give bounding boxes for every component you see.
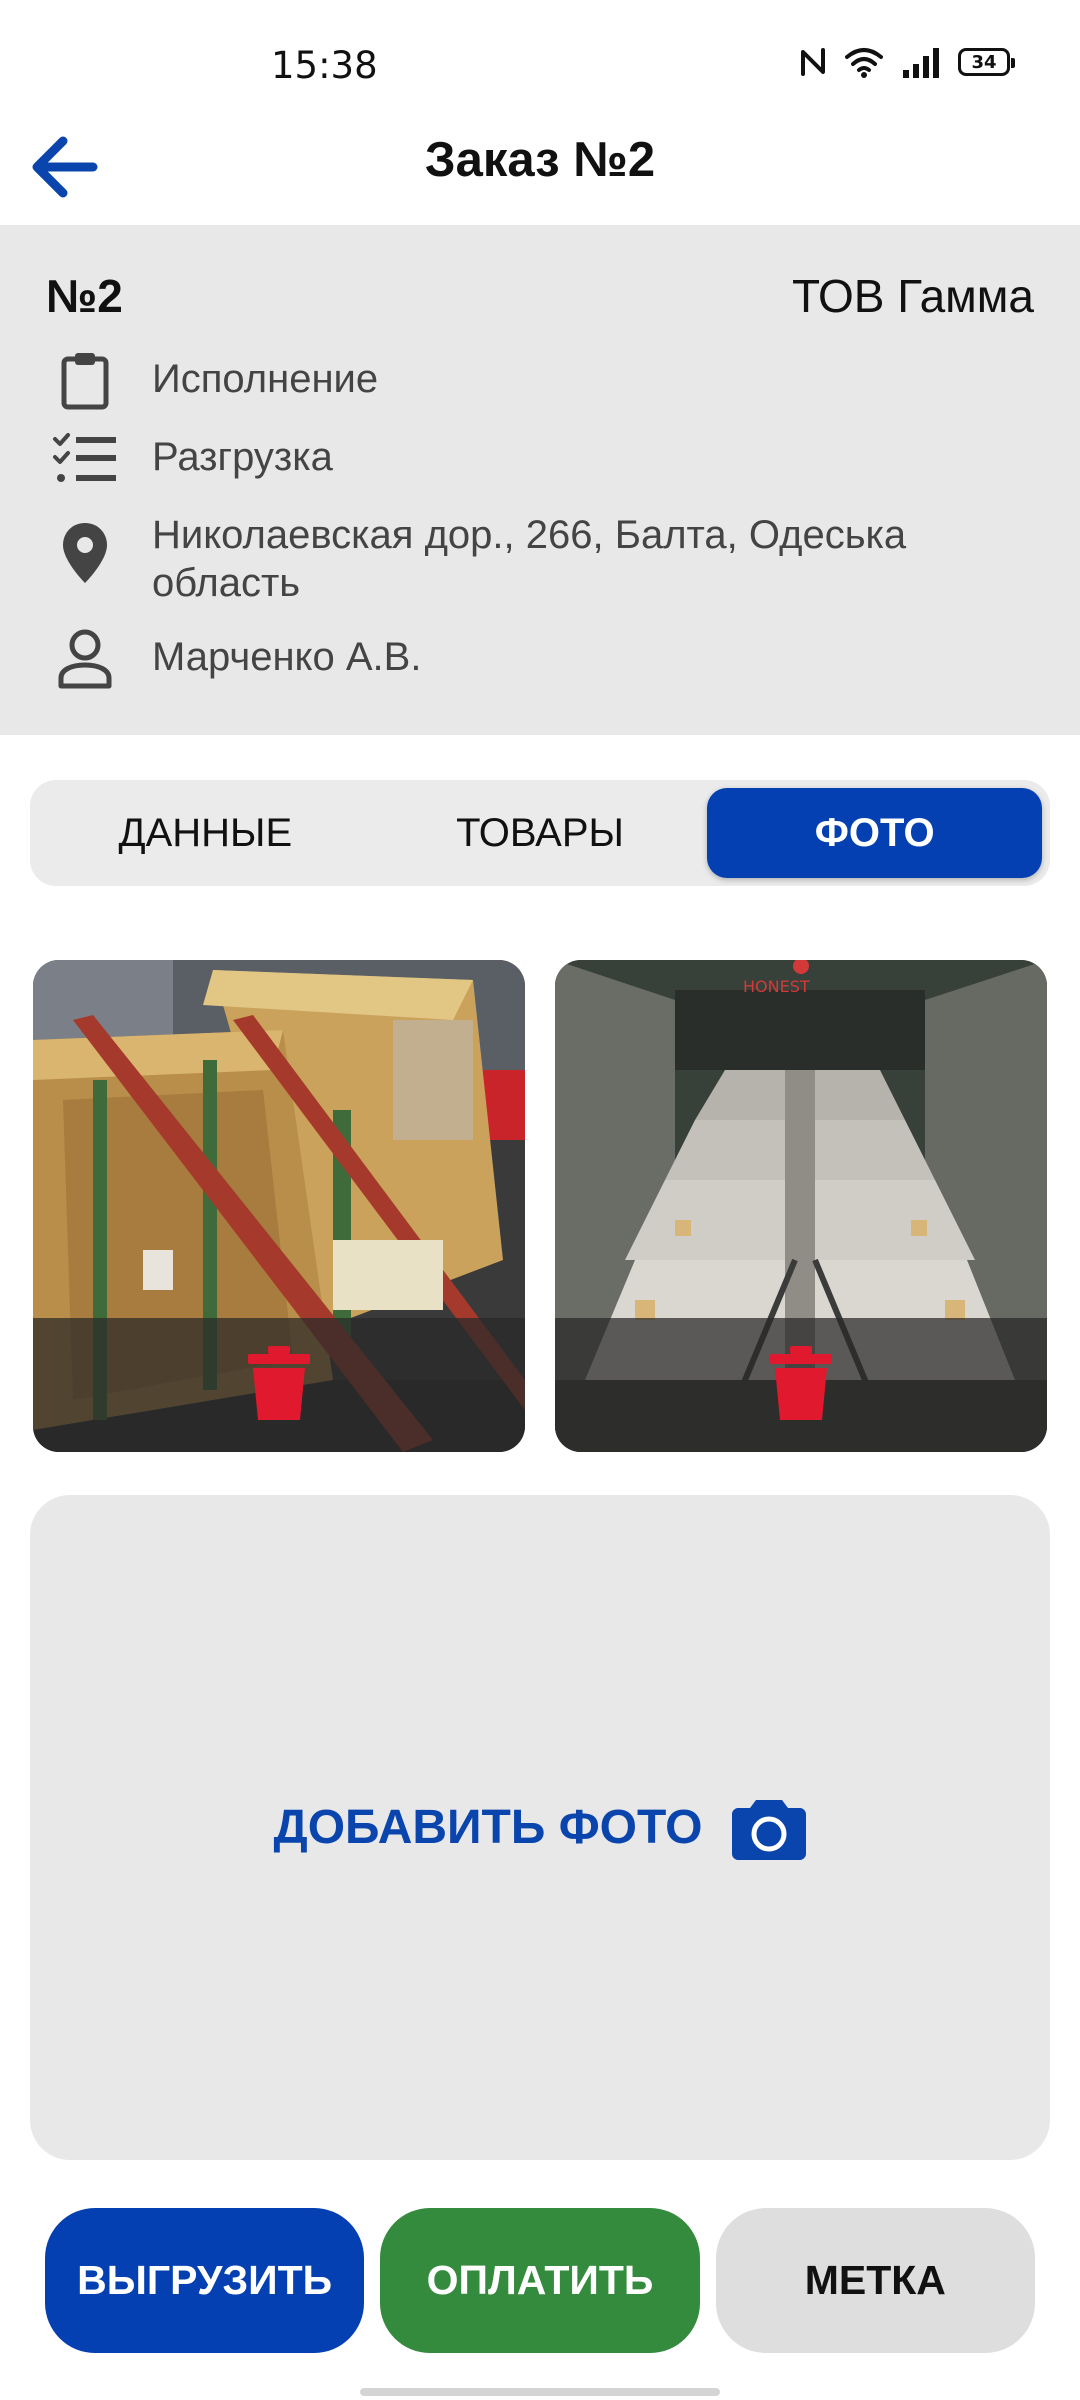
status-icons: 34	[800, 46, 1015, 78]
add-photo-button[interactable]: ДОБАВИТЬ ФОТО	[30, 1495, 1050, 2160]
add-photo-label: ДОБАВИТЬ ФОТО	[273, 1801, 703, 1854]
location-pin-icon	[46, 505, 124, 601]
tab-bar: ДАННЫЕ ТОВАРЫ ФОТО	[30, 780, 1050, 886]
trash-icon	[248, 1345, 310, 1425]
order-person: Марченко А.В.	[152, 635, 422, 679]
delete-photo-button[interactable]	[761, 1340, 841, 1430]
order-status: Исполнение	[152, 357, 379, 401]
photo-grid: HONEST	[33, 960, 1047, 1452]
home-indicator[interactable]	[360, 2388, 720, 2396]
pay-button[interactable]: ОПЛАТИТЬ	[380, 2208, 700, 2353]
nfc-icon	[800, 47, 826, 77]
order-operation-row: Разгрузка	[46, 427, 1036, 491]
order-company: ТОВ Гамма	[791, 270, 1034, 322]
tab-goods[interactable]: ТОВАРЫ	[373, 788, 708, 878]
tab-photo[interactable]: ФОТО	[707, 788, 1043, 878]
order-person-row: Марченко А.В.	[46, 627, 1036, 691]
checklist-icon	[46, 427, 124, 491]
photo-actions-overlay	[555, 1318, 1047, 1452]
order-number: №2	[46, 270, 123, 322]
upload-button[interactable]: ВЫГРУЗИТЬ	[45, 2208, 365, 2353]
clipboard-icon	[46, 349, 124, 413]
trash-icon	[770, 1345, 832, 1425]
bottom-action-bar: ВЫГРУЗИТЬ ОПЛАТИТЬ МЕТКА	[45, 2208, 1035, 2353]
photo-thumbnail[interactable]	[33, 960, 525, 1452]
person-icon	[46, 627, 124, 691]
order-info-panel: №2 ТОВ Гамма Исполнение Разгрузка Никола…	[0, 225, 1080, 735]
delete-photo-button[interactable]	[239, 1340, 319, 1430]
wifi-icon	[844, 46, 884, 78]
page-title: Заказ №2	[424, 133, 656, 187]
battery-icon: 34	[958, 48, 1015, 76]
svg-text:HONEST: HONEST	[743, 977, 810, 996]
order-address: Николаевская дор., 266, Балта, Одеська о…	[152, 513, 907, 605]
order-address-row: Николаевская дор., 266, Балта, Одеська о…	[46, 505, 1036, 607]
app-header: Заказ №2	[0, 110, 1080, 225]
order-status-row: Исполнение	[46, 349, 1036, 413]
signal-icon	[902, 46, 940, 78]
mark-button[interactable]: МЕТКА	[715, 2208, 1035, 2353]
tab-data[interactable]: ДАННЫЕ	[38, 788, 373, 878]
status-time: 15:38	[271, 44, 378, 87]
order-operation: Разгрузка	[152, 435, 333, 479]
camera-icon	[732, 1796, 807, 1860]
photo-actions-overlay	[33, 1318, 525, 1452]
photo-thumbnail[interactable]: HONEST	[555, 960, 1047, 1452]
